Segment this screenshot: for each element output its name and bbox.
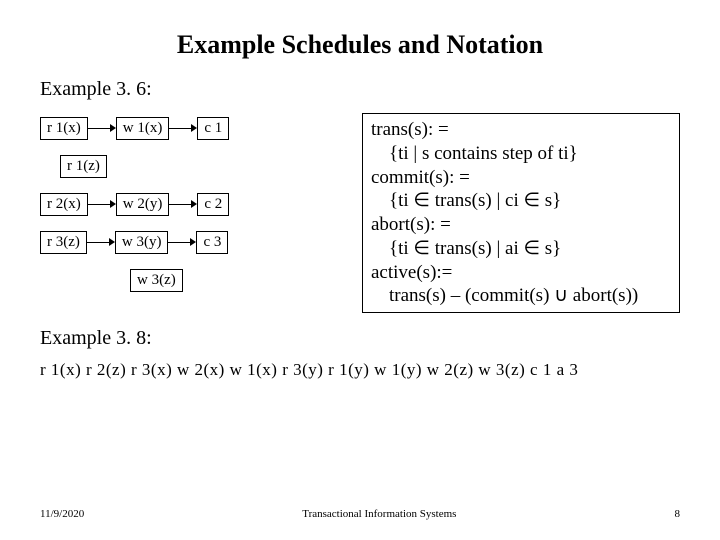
def-line: active(s):= [371,261,671,285]
def-line: {ti ∈ trans(s) | ci ∈ s} [371,189,671,213]
arrow-icon [168,237,196,247]
op-box: w 1(x) [116,117,170,140]
diagram-row: r 1(x) w 1(x) c 1 [40,113,350,143]
example-3-6-label: Example 3. 6: [40,78,680,101]
content-row: r 1(x) w 1(x) c 1 r 1(z) r 2(x) w 2(y) c… [40,113,680,313]
op-box: w 3(y) [115,231,169,254]
op-box: r 1(x) [40,117,88,140]
op-box: r 3(z) [40,231,87,254]
op-box: w 2(y) [116,193,170,216]
arrow-icon [169,123,197,133]
diagram-row: w 3(z) [130,265,350,295]
slide-footer: 11/9/2020 Transactional Information Syst… [40,508,680,520]
arrow-icon [88,123,116,133]
op-box: c 1 [197,117,229,140]
diagram-row: r 3(z) w 3(y) c 3 [40,227,350,257]
diagram-row: r 2(x) w 2(y) c 2 [40,189,350,219]
def-line: abort(s): = [371,213,671,237]
footer-date: 11/9/2020 [40,508,84,520]
def-line: trans(s): = [371,118,671,142]
def-line: {ti | s contains step of ti} [371,142,671,166]
schedule-diagram: r 1(x) w 1(x) c 1 r 1(z) r 2(x) w 2(y) c… [40,113,350,303]
definition-box: trans(s): = {ti | s contains step of ti}… [362,113,680,313]
schedule-sequence: r 1(x) r 2(z) r 3(x) w 2(x) w 1(x) r 3(y… [40,360,680,380]
footer-title: Transactional Information Systems [302,508,456,520]
def-line: {ti ∈ trans(s) | ai ∈ s} [371,237,671,261]
page-title: Example Schedules and Notation [40,30,680,60]
def-line: commit(s): = [371,166,671,190]
arrow-icon [88,199,116,209]
arrow-icon [169,199,197,209]
op-box: w 3(z) [130,269,183,292]
diagram-row: r 1(z) [60,151,350,181]
op-box: r 2(x) [40,193,88,216]
op-box: c 3 [196,231,228,254]
def-line: trans(s) – (commit(s) ∪ abort(s)) [371,284,671,308]
arrow-icon [87,237,115,247]
op-box: r 1(z) [60,155,107,178]
example-3-8-label: Example 3. 8: [40,327,680,350]
op-box: c 2 [197,193,229,216]
footer-page: 8 [674,508,680,520]
